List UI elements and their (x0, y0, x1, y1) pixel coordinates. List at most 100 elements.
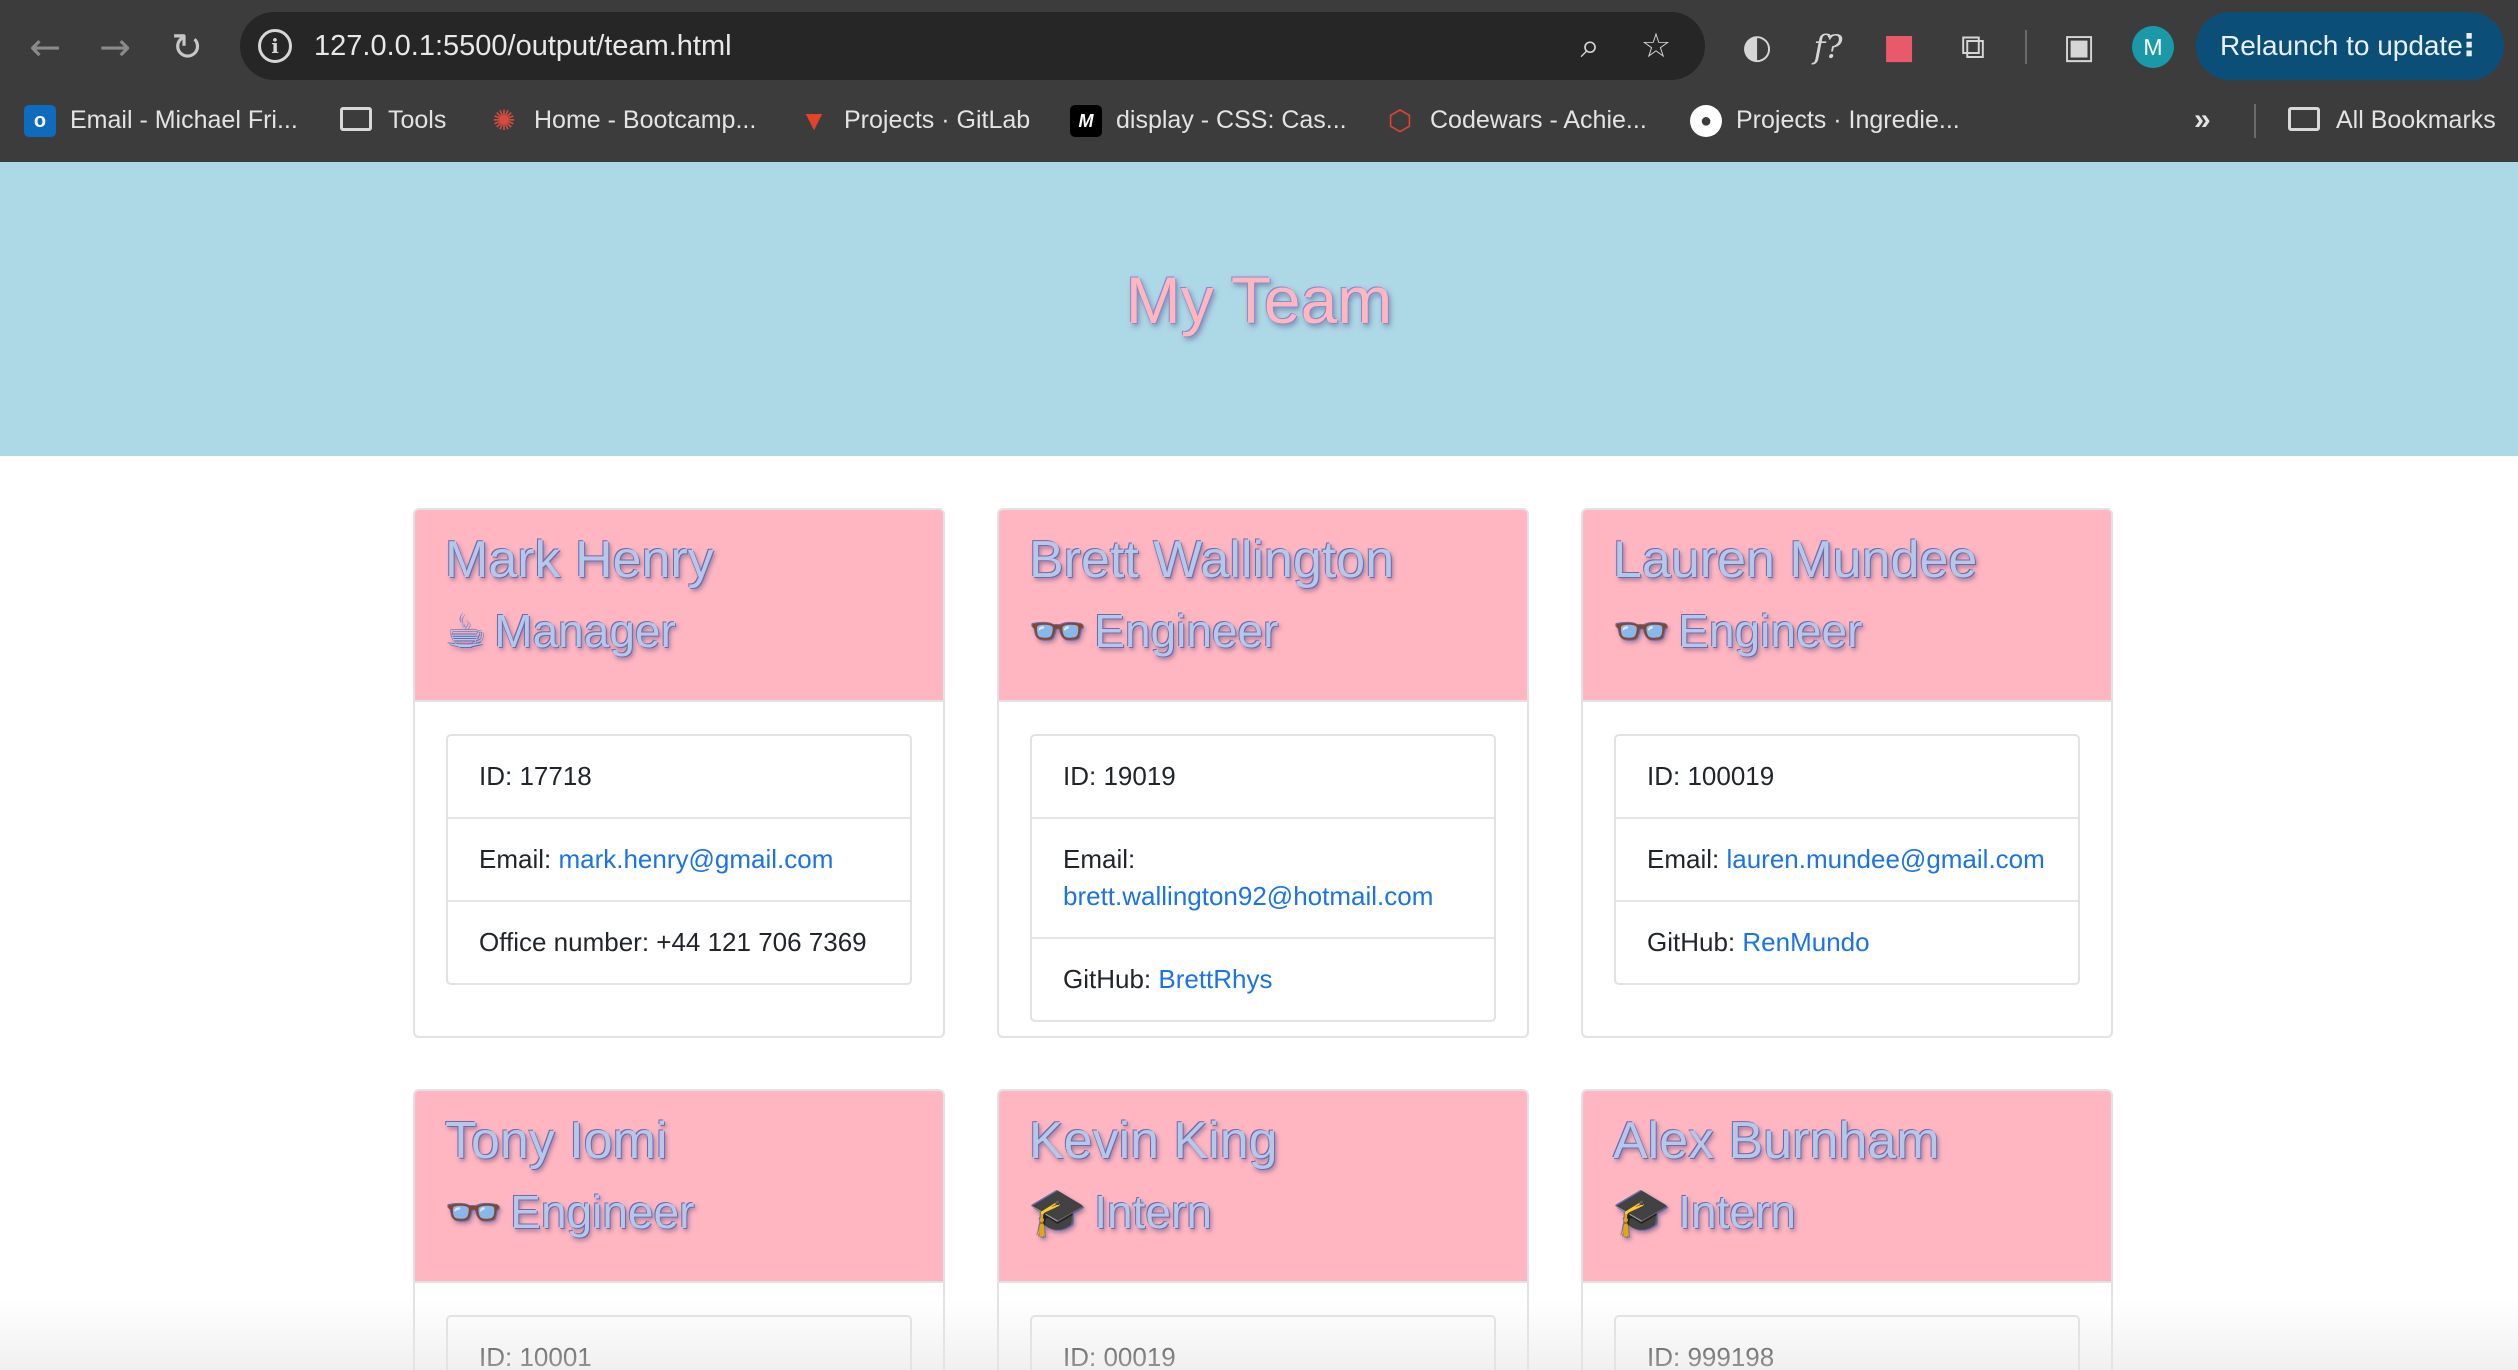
card-body: ID: 10001 (415, 1283, 943, 1370)
function-extension-icon[interactable]: f? (1803, 22, 1853, 72)
card-header: Brett Wallington 👓 Engineer (999, 510, 1527, 702)
page-title: My Team (1125, 263, 1393, 337)
github-link[interactable]: BrettRhys (1158, 964, 1272, 994)
id-value: 100019 (1687, 761, 1775, 791)
glasses-icon: 👓 (1029, 604, 1087, 658)
codewars-icon: ⬡ (1387, 105, 1413, 137)
employee-id: ID: 100019 (1616, 736, 2078, 817)
all-bookmarks-label: All Bookmarks (2336, 106, 2496, 134)
side-panel-icon[interactable]: ▣ (2054, 22, 2104, 72)
bookmark-tools[interactable]: Tools (340, 94, 446, 146)
forward-arrow-icon[interactable]: → (88, 20, 142, 74)
reload-icon[interactable]: ↻ (160, 20, 214, 74)
employee-card: Tony Iomi 👓 Engineer ID: 10001 (413, 1089, 945, 1370)
employee-id: ID: 10001 (448, 1317, 910, 1370)
employee-id: ID: 999198 (1616, 1317, 2078, 1370)
address-url[interactable]: 127.0.0.1:5500/output/team.html (314, 12, 732, 80)
employee-name: Kevin King (1029, 1112, 1278, 1170)
employee-details: ID: 19019 Email: brett.wallington92@hotm… (1030, 734, 1496, 1022)
bookmark-email[interactable]: o Email - Michael Fri... (24, 94, 298, 146)
email-link[interactable]: lauren.mundee@gmail.com (1726, 844, 2044, 874)
employee-email: Email: lauren.mundee@gmail.com (1616, 817, 2078, 900)
role-label: Engineer (1094, 605, 1279, 657)
role-label: Intern (1094, 1186, 1212, 1238)
employee-role: 🎓 Intern (1029, 1185, 1527, 1240)
folder-icon (2288, 107, 2320, 132)
employee-details: ID: 10001 (446, 1315, 912, 1370)
card-body: ID: 999198 (1583, 1283, 2111, 1370)
bookmark-codewars[interactable]: ⬡ Codewars - Achie... (1384, 94, 1647, 146)
email-label: Email: (1647, 844, 1727, 874)
employee-role: 🎓 Intern (1613, 1185, 2111, 1240)
relaunch-button[interactable]: Relaunch to update ⋮ (2196, 12, 2504, 80)
bookmark-gitlab[interactable]: ▼ Projects · GitLab (798, 94, 1030, 146)
github-link[interactable]: RenMundo (1742, 927, 1869, 957)
bookmark-label: Codewars - Achie... (1430, 106, 1647, 134)
graduate-icon: 🎓 (1029, 1185, 1087, 1239)
employee-name: Alex Burnham (1613, 1112, 1940, 1170)
id-label: ID: (1063, 1342, 1104, 1370)
email-link[interactable]: brett.wallington92@hotmail.com (1063, 881, 1433, 911)
bookmark-github[interactable]: ● Projects · Ingredie... (1690, 94, 1960, 146)
mdn-icon: M (1070, 105, 1102, 138)
all-bookmarks-button[interactable]: All Bookmarks (2288, 94, 2496, 146)
employee-card: Lauren Mundee 👓 Engineer ID: 100019 Email… (1581, 508, 2113, 1038)
employee-github: GitHub: BrettRhys (1032, 937, 1494, 1020)
employee-email: Email: mark.henry@gmail.com (448, 817, 910, 900)
site-info-icon[interactable]: i (258, 29, 292, 63)
bookmark-label: Home - Bootcamp... (534, 106, 757, 134)
employee-role: 👓 Engineer (1613, 604, 2111, 659)
profile-avatar[interactable]: M (2132, 26, 2174, 68)
bookmarks-bar: o Email - Michael Fri... Tools ✺ Home - Bo… (0, 94, 2518, 162)
card-header: Mark Henry ☕ Manager (415, 510, 943, 702)
zoom-icon[interactable]: ⌕ (1566, 22, 1614, 70)
id-value: 00019 (1103, 1342, 1176, 1370)
toolbar-divider (2025, 30, 2027, 64)
bookmark-bootcamp[interactable]: ✺ Home - Bootcamp... (488, 94, 756, 146)
id-label: ID: (1647, 1342, 1688, 1370)
role-label: Intern (1678, 1186, 1796, 1238)
browser-chrome: ← → ↻ i 127.0.0.1:5500/output/team.html … (0, 0, 2518, 162)
email-label: Email: (479, 844, 559, 874)
employee-card: Alex Burnham 🎓 Intern ID: 999198 (1581, 1089, 2113, 1370)
password-manager-icon[interactable]: ◐ (1732, 22, 1782, 72)
github-label: GitHub: (1647, 927, 1743, 957)
id-value: 19019 (1103, 761, 1176, 791)
card-header: Tony Iomi 👓 Engineer (415, 1091, 943, 1283)
team-header: My Team (0, 162, 2518, 456)
id-label: ID: (1063, 761, 1104, 791)
github-icon: ● (1690, 105, 1722, 138)
card-body: ID: 100019 Email: lauren.mundee@gmail.co… (1583, 702, 2111, 1017)
employee-role: 👓 Engineer (1029, 604, 1527, 659)
id-value: 17718 (519, 761, 592, 791)
folder-icon (340, 107, 372, 132)
email-link[interactable]: mark.henry@gmail.com (558, 844, 833, 874)
browser-menu-icon[interactable]: ⋮ (2454, 12, 2484, 80)
bookmark-star-icon[interactable]: ☆ (1632, 22, 1680, 70)
browser-toolbar: ← → ↻ i 127.0.0.1:5500/output/team.html … (0, 0, 2518, 94)
extensions-puzzle-icon[interactable]: ⧉ (1948, 22, 1998, 72)
video-extension-icon[interactable]: ■ (1874, 22, 1924, 72)
employee-id: ID: 19019 (1032, 736, 1494, 817)
email-label: Email: (1063, 844, 1136, 874)
employee-name: Brett Wallington (1029, 531, 1395, 589)
card-body: ID: 17718 Email: mark.henry@gmail.com Of… (415, 702, 943, 1017)
address-bar[interactable]: i 127.0.0.1:5500/output/team.html ⌕ ☆ (240, 12, 1705, 80)
employee-name: Tony Iomi (445, 1112, 668, 1170)
bookmarks-divider (2254, 104, 2256, 138)
glasses-icon: 👓 (1613, 604, 1671, 658)
gitlab-icon: ▼ (800, 105, 828, 137)
employee-details: ID: 00019 (1030, 1315, 1496, 1370)
id-value: 10001 (519, 1342, 592, 1370)
role-label: Engineer (510, 1186, 695, 1238)
id-label: ID: (479, 761, 520, 791)
employee-id: ID: 17718 (448, 736, 910, 817)
bookmarks-overflow-icon[interactable]: » (2194, 94, 2211, 146)
office-label: Office number: (479, 927, 657, 957)
card-body: ID: 00019 (999, 1283, 1527, 1370)
bookmark-mdn[interactable]: Mdisplay - CSS: Cas... (1070, 94, 1347, 146)
employee-details: ID: 999198 (1614, 1315, 2080, 1370)
employee-details: ID: 100019 Email: lauren.mundee@gmail.co… (1614, 734, 2080, 985)
employee-id: ID: 00019 (1032, 1317, 1494, 1370)
back-arrow-icon[interactable]: ← (18, 20, 72, 74)
